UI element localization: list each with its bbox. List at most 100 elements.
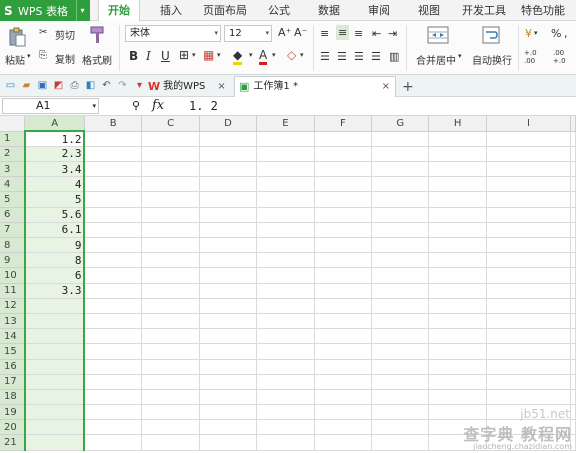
grid-cell[interactable] (84, 359, 143, 375)
grid-cell[interactable] (314, 389, 373, 406)
grid-cell[interactable] (84, 389, 143, 406)
grid-cell[interactable] (199, 161, 258, 178)
paste-icon[interactable] (6, 26, 28, 48)
grid-cell[interactable] (314, 298, 373, 314)
distributed-icon[interactable]: ▥ (389, 50, 399, 63)
row-header[interactable]: 7 (0, 222, 26, 239)
grid-cell[interactable] (84, 222, 143, 239)
grid-cell[interactable] (141, 237, 200, 254)
cell-a17[interactable] (23, 374, 86, 390)
grid-cell[interactable] (141, 419, 200, 436)
grid-cell[interactable] (486, 389, 572, 406)
decrease-decimal-button[interactable]: .00 +.0 (553, 49, 575, 65)
grid-cell[interactable] (314, 222, 373, 239)
cell-a18[interactable] (23, 389, 86, 406)
align-bottom-icon[interactable]: ≡ (354, 27, 363, 40)
cell-a4[interactable]: 4 (23, 176, 86, 193)
grid-cell[interactable] (314, 283, 373, 299)
grid-cell[interactable] (570, 359, 576, 375)
grid-cell[interactable] (570, 252, 576, 269)
grid-cell[interactable] (314, 374, 373, 390)
grid-cell[interactable] (314, 343, 373, 360)
font-name-select[interactable]: 宋体 ▾ (125, 25, 221, 42)
chevron-down-icon[interactable]: ▾ (272, 51, 276, 59)
grid-cell[interactable] (199, 176, 258, 193)
grid-cell[interactable] (428, 313, 487, 330)
grid-cell[interactable] (84, 328, 143, 345)
grid-cell[interactable] (428, 237, 487, 254)
grid-cell[interactable] (141, 161, 200, 178)
grid-cell[interactable] (256, 359, 315, 375)
row-header[interactable]: 21 (0, 434, 26, 451)
grid-cell[interactable] (314, 146, 373, 163)
grid-cell[interactable] (141, 131, 200, 147)
grid-cell[interactable] (84, 419, 143, 436)
grid-cell[interactable] (141, 313, 200, 330)
row-header[interactable]: 2 (0, 146, 26, 163)
row-header[interactable]: 11 (0, 283, 26, 299)
grid-cell[interactable] (428, 161, 487, 178)
grid-cell[interactable] (486, 313, 572, 330)
grid-cell[interactable] (141, 434, 200, 451)
italic-button[interactable]: I (146, 49, 151, 63)
grid-cell[interactable] (371, 313, 430, 330)
column-header-h[interactable]: H (428, 116, 487, 132)
grid-cell[interactable] (256, 389, 315, 406)
thousands-icon[interactable]: , (564, 27, 568, 40)
grid-cell[interactable] (199, 313, 258, 330)
grid-cell[interactable] (141, 267, 200, 284)
row-header[interactable]: 13 (0, 313, 26, 330)
row-header[interactable]: 5 (0, 191, 26, 208)
cell-a12[interactable] (23, 298, 86, 314)
underline-button[interactable]: U (161, 49, 170, 63)
grid-cell[interactable] (314, 176, 373, 193)
grid-cell[interactable] (141, 146, 200, 163)
grid-cell[interactable] (256, 131, 315, 147)
grid-cell[interactable] (371, 222, 430, 239)
grid-cell[interactable] (314, 267, 373, 284)
tab-special-features[interactable]: 特色功能 (521, 0, 565, 21)
grid-cell[interactable] (199, 283, 258, 299)
clear-format-icon[interactable]: ◇ (287, 48, 296, 62)
grid-cell[interactable] (256, 207, 315, 223)
grid-cell[interactable] (570, 191, 576, 208)
grid-cell[interactable] (486, 298, 572, 314)
grid-cell[interactable] (570, 237, 576, 254)
grid-cell[interactable] (314, 252, 373, 269)
column-header-i[interactable]: I (486, 116, 572, 132)
grid-cell[interactable] (141, 191, 200, 208)
grid-cell[interactable] (314, 191, 373, 208)
chevron-down-icon[interactable]: ▾ (300, 51, 304, 59)
indent-decrease-icon[interactable]: ⇤ (372, 27, 381, 40)
grid-cell[interactable] (428, 267, 487, 284)
tab-my-wps[interactable]: W 我的WPS × (148, 76, 226, 97)
grid-cell[interactable] (84, 237, 143, 254)
grid-cell[interactable] (84, 283, 143, 299)
justify-icon[interactable]: ☰ (371, 50, 381, 63)
grid-cell[interactable] (428, 252, 487, 269)
grid-cell[interactable] (428, 298, 487, 314)
grid-cell[interactable] (428, 283, 487, 299)
grid-cell[interactable] (199, 222, 258, 239)
grid-cell[interactable] (314, 237, 373, 254)
grid-cell[interactable] (486, 343, 572, 360)
grid-cell[interactable] (570, 222, 576, 239)
grid-cell[interactable] (84, 374, 143, 390)
grow-font-button[interactable]: A⁺ (278, 26, 291, 39)
shrink-font-button[interactable]: A⁻ (294, 26, 307, 39)
grid-cell[interactable] (256, 146, 315, 163)
print-preview-icon[interactable]: ◧ (84, 79, 97, 92)
grid-cell[interactable] (371, 146, 430, 163)
grid-cell[interactable] (314, 131, 373, 147)
grid-cell[interactable] (486, 252, 572, 269)
grid-cell[interactable] (256, 404, 315, 421)
grid-cell[interactable] (428, 191, 487, 208)
chevron-down-icon[interactable]: ▾ (458, 52, 462, 60)
grid-cell[interactable] (371, 131, 430, 147)
grid-cell[interactable] (371, 207, 430, 223)
row-header[interactable]: 17 (0, 374, 26, 390)
new-file-icon[interactable]: ▭ (4, 79, 17, 92)
copy-icon[interactable]: ⎘ (39, 50, 47, 61)
grid-cell[interactable] (570, 267, 576, 284)
grid-cell[interactable] (570, 313, 576, 330)
